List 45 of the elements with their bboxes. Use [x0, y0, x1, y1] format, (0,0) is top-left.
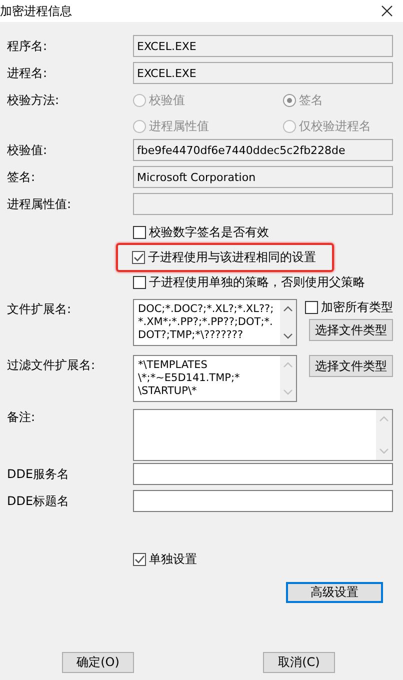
field-label: 备注:: [7, 409, 36, 426]
field-label: 文件扩展名:: [7, 301, 72, 318]
chevron-down-icon: [283, 333, 293, 339]
field-label: 程序名:: [7, 38, 48, 54]
select-file-type-button[interactable]: 选择文件类型: [309, 319, 393, 341]
field-label: DDE标题名: [7, 492, 70, 510]
checkbox[interactable]: 单独设置: [133, 551, 197, 568]
input-field[interactable]: [133, 463, 393, 485]
field-label: 校验值:: [7, 142, 48, 158]
text-line: \*;*~E5D141.TMP;*: [138, 372, 241, 385]
dialog-button[interactable]: 取消(C): [263, 652, 335, 673]
chevron-down-icon: [379, 448, 389, 454]
text-area[interactable]: *\TEMPLATES \*;*~E5D141.TMP;* \STARTUP\*: [133, 355, 297, 402]
chevron-down-icon: [283, 389, 293, 395]
text-line: \STARTUP\*: [138, 385, 198, 398]
field-label: 进程名:: [7, 64, 48, 82]
close-icon: [381, 5, 393, 17]
checkbox[interactable]: 子进程使用单独的策略，否则使用父策略: [133, 274, 365, 291]
checkbox[interactable]: 子进程使用与该进程相同的设置: [132, 249, 316, 266]
checkmark-icon: [133, 252, 144, 263]
select-file-type-button[interactable]: 选择文件类型: [309, 355, 393, 377]
checkmark-icon: [134, 554, 145, 565]
field-label: 签名:: [7, 168, 36, 186]
scrollbar[interactable]: [280, 356, 296, 401]
field-label: DDE服务名: [7, 466, 70, 482]
checkbox[interactable]: 校验数字签名是否有效: [133, 224, 269, 241]
window-title: 加密进程信息: [0, 2, 72, 20]
text-line: *.XM*;*.PP?;*.PP??;DOT;*.: [138, 316, 274, 329]
advanced-settings-button[interactable]: 高级设置: [286, 582, 383, 603]
field-label: 过滤文件扩展名:: [7, 357, 96, 374]
field-label: 校验方法:: [7, 92, 60, 109]
scrollbar[interactable]: [280, 300, 296, 345]
chevron-up-icon: [283, 362, 293, 368]
text-area[interactable]: [133, 409, 393, 461]
text-line: *\TEMPLATES: [138, 359, 208, 372]
input-field[interactable]: [133, 490, 393, 512]
dialog-button[interactable]: 确定(O): [62, 652, 134, 673]
text-line: DOC;*.DOC?;*.XL?;*.XL??;: [138, 303, 275, 316]
text-area[interactable]: DOC;*.DOC?;*.XL?;*.XL??; *.XM*;*.PP?;*.PP??;DOT;*. DOT?;TMP;*\???????: [133, 299, 297, 346]
checkbox[interactable]: 加密所有类型: [305, 299, 393, 316]
field-label: 进程属性值:: [7, 196, 72, 212]
text-line: DOT?;TMP;*\???????: [138, 329, 244, 342]
chevron-up-icon: [379, 416, 389, 422]
chevron-up-icon: [283, 306, 293, 312]
scrollbar[interactable]: [376, 410, 392, 460]
